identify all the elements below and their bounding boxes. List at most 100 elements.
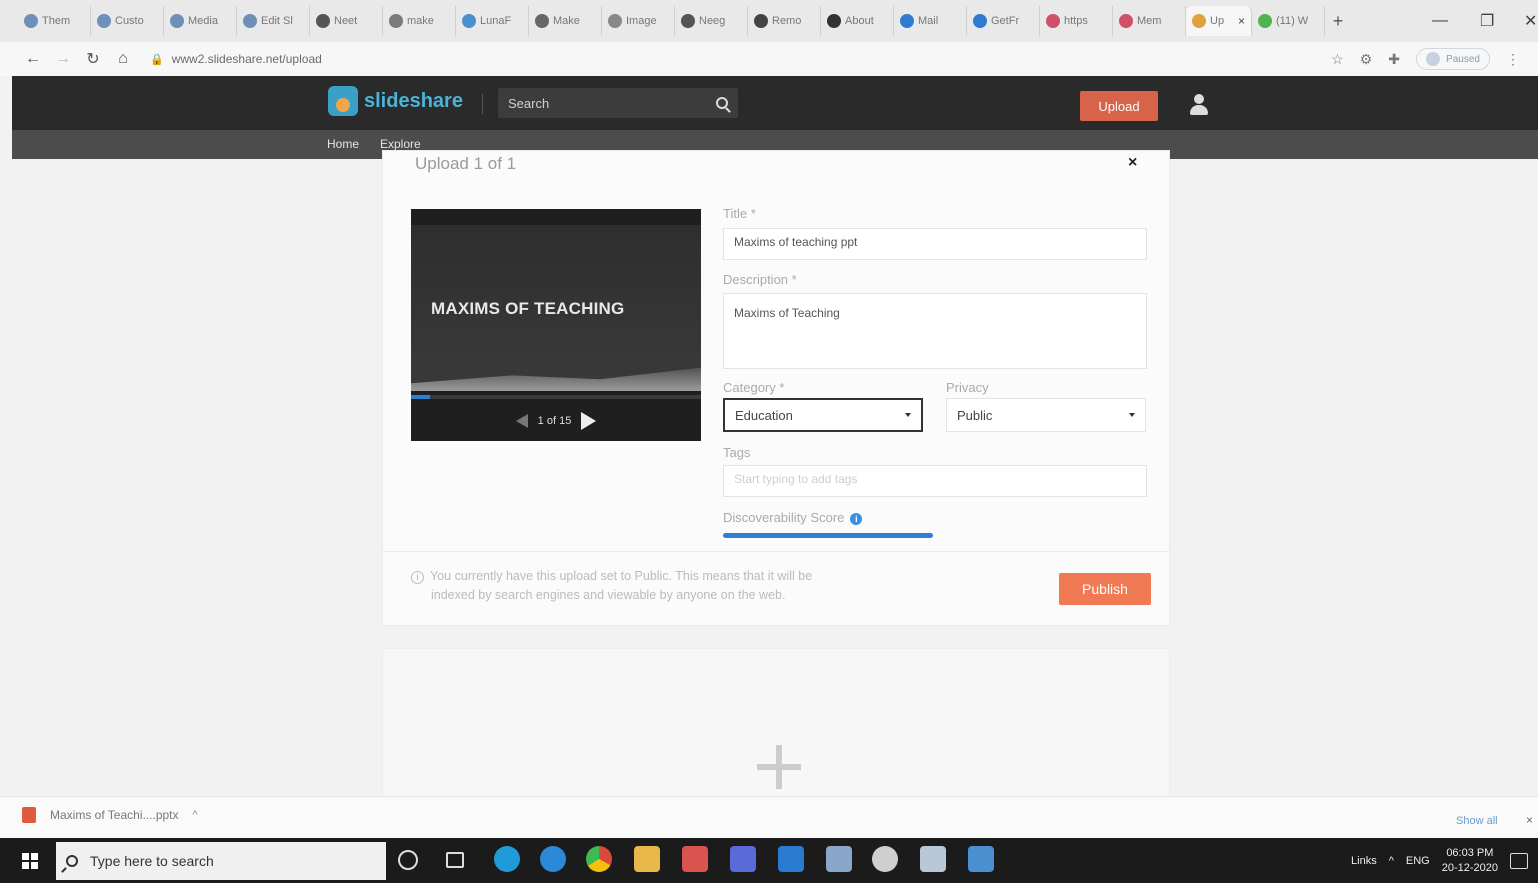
- browser-tab[interactable]: Custo: [91, 6, 164, 36]
- close-icon[interactable]: ×: [1128, 154, 1137, 172]
- browser-tab-label: Image: [626, 15, 657, 27]
- description-label: Description *: [723, 272, 797, 287]
- avatar: [1426, 52, 1441, 66]
- browser-tab[interactable]: Neet: [310, 6, 383, 36]
- discoverability-score-bar: [723, 533, 933, 538]
- title-input[interactable]: Maxims of teaching ppt: [723, 228, 1147, 260]
- browser-tab[interactable]: (11) W: [1252, 6, 1325, 36]
- start-button[interactable]: [8, 842, 52, 880]
- app-paint-icon[interactable]: [872, 846, 898, 872]
- browser-tab[interactable]: Make: [529, 6, 602, 36]
- privacy-value: Public: [957, 407, 993, 423]
- browser-tab-label: LunaF: [480, 15, 512, 27]
- browser-tab[interactable]: Edit Sl: [237, 6, 310, 36]
- notification-icon[interactable]: [1510, 852, 1528, 869]
- browser-tab-label: Remo: [772, 15, 802, 27]
- browser-tab[interactable]: LunaF: [456, 6, 529, 36]
- description-textarea[interactable]: Maxims of Teaching: [723, 293, 1147, 369]
- publish-button[interactable]: Publish: [1059, 573, 1151, 605]
- browser-tab[interactable]: Neeg: [675, 6, 748, 36]
- browser-tab[interactable]: Remo: [748, 6, 821, 36]
- profile-paused-button[interactable]: Paused: [1416, 48, 1490, 70]
- upload-panel-title: Upload 1 of 1: [415, 154, 517, 173]
- language-indicator[interactable]: ENG: [1406, 855, 1430, 867]
- privacy-select[interactable]: Public: [946, 398, 1146, 432]
- file-explorer-icon[interactable]: [634, 846, 660, 872]
- browser-tab[interactable]: Mail: [894, 6, 967, 36]
- tags-input[interactable]: Start typing to add tags: [723, 465, 1147, 497]
- browser-tab[interactable]: Up ×: [1186, 6, 1252, 36]
- skype-icon[interactable]: [494, 846, 520, 872]
- browser-tab[interactable]: make: [383, 6, 456, 36]
- chevron-up-icon[interactable]: ^: [1389, 855, 1394, 867]
- tray-links[interactable]: Links: [1351, 855, 1377, 867]
- category-select[interactable]: Education: [723, 398, 923, 432]
- chrome-icon[interactable]: [586, 846, 612, 872]
- browser-tab[interactable]: GetFr: [967, 6, 1040, 36]
- upload-button[interactable]: Upload: [1080, 91, 1158, 121]
- tab-close-icon[interactable]: ×: [1238, 14, 1245, 28]
- minimize-button[interactable]: —: [1432, 0, 1448, 42]
- mail-icon[interactable]: [826, 846, 852, 872]
- site-search-input[interactable]: Search: [498, 88, 738, 118]
- next-slide-icon[interactable]: [581, 412, 597, 430]
- download-bar-close-icon[interactable]: ×: [1526, 813, 1533, 827]
- google-icon: [389, 14, 403, 28]
- wordpress-icon: [170, 14, 184, 28]
- puzzle-extensions-icon[interactable]: ✚: [1388, 51, 1400, 68]
- logo-divider: [482, 94, 483, 114]
- browser-tab-label: Make: [553, 15, 580, 27]
- bookmark-star-icon[interactable]: ☆: [1331, 51, 1344, 68]
- menu-kebab-icon[interactable]: ⋮: [1506, 51, 1520, 68]
- download-item[interactable]: Maxims of Teachi....pptx ^: [22, 807, 198, 823]
- home-icon[interactable]: ⌂: [108, 50, 138, 68]
- download-bar: Maxims of Teachi....pptx ^ Show all ×: [0, 796, 1538, 838]
- forward-icon[interactable]: →: [48, 50, 78, 68]
- new-tab-button[interactable]: +: [1325, 11, 1351, 32]
- info-icon[interactable]: i: [850, 512, 863, 525]
- url-field[interactable]: 🔒 www2.slideshare.net/upload: [150, 52, 322, 66]
- discoverability-score-label: Discoverability Score i: [723, 510, 863, 525]
- app-red-icon[interactable]: [682, 846, 708, 872]
- extension-icon[interactable]: ⚙: [1360, 51, 1373, 68]
- taskbar-search-input[interactable]: Type here to search: [56, 842, 386, 880]
- show-all-link[interactable]: Show all: [1456, 815, 1498, 827]
- search-icon[interactable]: [716, 97, 728, 109]
- neet-icon: [681, 14, 695, 28]
- user-account-icon[interactable]: [1188, 94, 1210, 118]
- browser-tab-label: Media: [188, 15, 218, 27]
- back-icon[interactable]: ←: [18, 50, 48, 68]
- slide-counter: 1 of 15: [537, 415, 572, 427]
- windows-logo-icon: [22, 853, 38, 869]
- clock[interactable]: 06:03 PM 20-12-2020: [1442, 846, 1498, 876]
- score-label-text: Discoverability Score: [723, 510, 845, 525]
- task-view-icon[interactable]: [446, 852, 464, 868]
- edge-icon[interactable]: [540, 846, 566, 872]
- neet-icon: [316, 14, 330, 28]
- nav-home-link[interactable]: Home: [327, 137, 359, 151]
- add-more-panel: [382, 648, 1170, 808]
- app-photos-icon[interactable]: [968, 846, 994, 872]
- browser-tab[interactable]: Media: [164, 6, 237, 36]
- window-close-button[interactable]: ✕: [1524, 0, 1537, 42]
- add-plus-icon[interactable]: [757, 745, 801, 789]
- browser-tab[interactable]: About: [821, 6, 894, 36]
- privacy-notice: i You currently have this upload set to P…: [411, 567, 931, 605]
- browser-tab[interactable]: Them: [18, 6, 91, 36]
- browser-tab[interactable]: Image: [602, 6, 675, 36]
- cortana-icon[interactable]: [398, 850, 418, 870]
- browser-tab[interactable]: Mem: [1113, 6, 1186, 36]
- notice-line-2: indexed by search engines and viewable b…: [431, 588, 786, 602]
- previous-slide-icon[interactable]: [515, 414, 528, 428]
- browser-tab[interactable]: https: [1040, 6, 1113, 36]
- reload-icon[interactable]: ↻: [78, 49, 108, 69]
- vscode-icon[interactable]: [778, 846, 804, 872]
- chevron-up-icon[interactable]: ^: [193, 809, 198, 821]
- wordpress-icon: [97, 14, 111, 28]
- app-notes-icon[interactable]: [920, 846, 946, 872]
- windows-taskbar: Type here to search Links ^ ENG 06:03 PM…: [0, 838, 1538, 883]
- nav-explore-link[interactable]: Explore: [380, 137, 421, 151]
- restore-button[interactable]: ❐: [1480, 0, 1494, 42]
- slideshare-logo[interactable]: slideshare: [328, 86, 463, 116]
- teams-icon[interactable]: [730, 846, 756, 872]
